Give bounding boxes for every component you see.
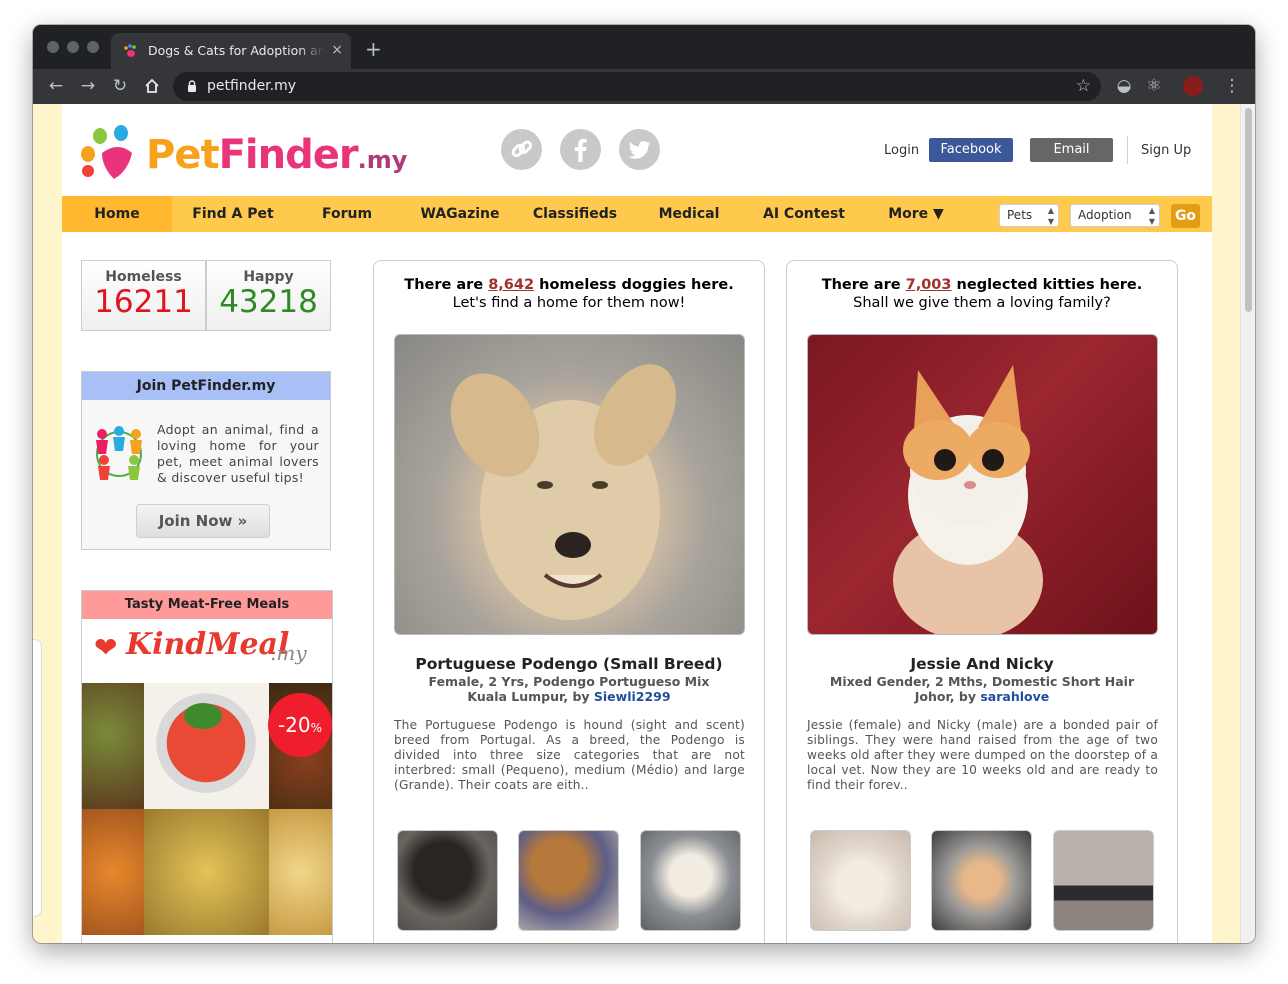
dog-featured-card: There are 8,642 homeless doggies here. L… [373, 260, 765, 943]
main-nav: Home Find A Pet Forum WAGazine Classifie… [62, 196, 1212, 232]
react-devtools-icon[interactable]: ⚛ [1145, 77, 1163, 95]
browser-window: Dogs & Cats for Adoption and Sale × + ← … [33, 25, 1255, 943]
bookmark-star-icon[interactable]: ☆ [1076, 76, 1091, 96]
nav-wagazine[interactable]: WAGazine [408, 196, 512, 232]
happy-stat[interactable]: Happy 43218 [206, 260, 331, 331]
paw-favicon-icon [124, 44, 136, 57]
join-panel: Join PetFinder.my Adopt an animal, find … [81, 371, 331, 550]
login-link[interactable]: Login [884, 143, 919, 158]
nav-home[interactable]: Home [62, 196, 172, 232]
cat-photo[interactable] [807, 334, 1158, 635]
pet-type-select[interactable]: Pets ▲ ▼ [999, 204, 1059, 227]
close-window-button[interactable] [47, 41, 59, 53]
dog-photo[interactable] [394, 334, 745, 635]
page-content: PetFinder.my Login Facebook Email Sign U… [62, 104, 1212, 943]
discount-badge: -20% [268, 693, 332, 757]
dog-meta: Female, 2 Yrs, Podengo Portugueso Mix [428, 674, 710, 689]
dog-thumbnail-1[interactable] [397, 830, 498, 931]
nav-medical[interactable]: Medical [648, 196, 730, 232]
dog-location: Kuala Lumpur, by Siewli2299 [467, 689, 671, 704]
minimize-window-button[interactable] [67, 41, 79, 53]
close-tab-icon[interactable]: × [331, 42, 343, 58]
dog-description: The Portuguese Podengo is hound (sight a… [394, 718, 745, 792]
maximize-window-button[interactable] [87, 41, 99, 53]
petfinder-paw-logo-icon[interactable] [80, 123, 140, 183]
join-description: Adopt an animal, find a loving home for … [157, 422, 319, 485]
profile-avatar[interactable] [1183, 76, 1203, 96]
happy-count: 43218 [219, 284, 318, 320]
dog-headline: There are 8,642 homeless doggies here. L… [404, 277, 734, 311]
nav-ai-contest[interactable]: AI Contest [751, 196, 857, 232]
lock-icon [188, 80, 196, 92]
browser-toolbar: ← → ↻ petfinder.my ☆ ◒ ⚛ ⋮ [33, 69, 1255, 104]
nav-classifieds[interactable]: Classifieds [524, 196, 626, 232]
address-bar[interactable]: petfinder.my ☆ [173, 72, 1101, 101]
select-arrows-icon: ▲ ▼ [1148, 206, 1155, 226]
homeless-stat[interactable]: Homeless 16211 [81, 260, 206, 331]
join-title: Join PetFinder.my [82, 372, 330, 400]
scrollbar-thumb[interactable] [1245, 108, 1252, 312]
facebook-login-button[interactable]: Facebook [929, 138, 1013, 162]
nav-more[interactable]: More ▼ [882, 196, 950, 232]
petfinder-logo-text[interactable]: PetFinder.my [146, 132, 407, 178]
menu-dots-icon[interactable]: ⋮ [1223, 77, 1241, 95]
dog-count-link[interactable]: 8,642 [488, 277, 534, 293]
page-viewport: PetFinder.my Login Facebook Email Sign U… [33, 104, 1255, 943]
listing-type-select[interactable]: Adoption ▲ ▼ [1070, 204, 1160, 227]
cat-count-link[interactable]: 7,003 [906, 277, 952, 293]
tab-bar: Dogs & Cats for Adoption and Sale × + [33, 25, 1255, 69]
kindmeal-ad[interactable]: Tasty Meat-Free Meals ❤ KindMeal .my -20… [81, 590, 333, 943]
join-now-button[interactable]: Join Now » [136, 504, 270, 538]
nav-find-a-pet[interactable]: Find A Pet [179, 196, 287, 232]
home-icon[interactable] [143, 77, 161, 95]
cat-thumbnail-2[interactable] [931, 830, 1032, 931]
go-button[interactable]: Go [1171, 204, 1200, 228]
heart-apple-icon: ❤ [94, 631, 118, 664]
community-people-icon [96, 426, 142, 480]
forward-icon[interactable]: → [79, 77, 97, 95]
homeless-count: 16211 [94, 284, 193, 320]
select-arrows-icon: ▲ ▼ [1047, 206, 1054, 226]
cat-thumbnail-3[interactable] [1053, 830, 1154, 931]
cat-headline: There are 7,003 neglected kitties here. … [821, 277, 1143, 311]
dog-poster-link[interactable]: Siewli2299 [594, 689, 671, 704]
auth-divider [1127, 136, 1128, 164]
cat-description: Jessie (female) and Nicky (male) are a b… [807, 718, 1158, 792]
email-login-button[interactable]: Email [1030, 138, 1113, 162]
cat-subheadline: Shall we give them a loving family? [853, 295, 1111, 311]
new-tab-button[interactable]: + [365, 37, 382, 61]
nav-forum[interactable]: Forum [305, 196, 389, 232]
twitter-icon[interactable] [619, 129, 660, 170]
side-drawer-tab[interactable] [33, 639, 42, 917]
happy-label: Happy [243, 269, 294, 285]
cat-name-link[interactable]: Jessie And Nicky [787, 655, 1177, 673]
link-icon[interactable] [501, 129, 542, 170]
url-text: petfinder.my [207, 78, 297, 94]
dog-name-link[interactable]: Portuguese Podengo (Small Breed) [374, 655, 764, 673]
homeless-label: Homeless [105, 269, 182, 285]
cat-location: Johor, by sarahlove [914, 689, 1050, 704]
dog-thumbnail-2[interactable] [518, 830, 619, 931]
back-icon[interactable]: ← [47, 77, 65, 95]
browser-tab[interactable]: Dogs & Cats for Adoption and Sale × [111, 33, 351, 69]
dog-thumbnail-3[interactable] [640, 830, 741, 931]
scrollbar[interactable] [1240, 104, 1255, 943]
ad-food-collage: -20% [82, 683, 332, 935]
extension-icon[interactable]: ◒ [1115, 77, 1133, 95]
cat-thumbnail-1[interactable] [810, 830, 911, 931]
dog-subheadline: Let's find a home for them now! [452, 295, 686, 311]
cat-meta: Mixed Gender, 2 Mths, Domestic Short Hai… [829, 674, 1135, 689]
cat-poster-link[interactable]: sarahlove [980, 689, 1049, 704]
signup-link[interactable]: Sign Up [1141, 143, 1191, 158]
ad-title: Tasty Meat-Free Meals [82, 591, 332, 619]
kindmeal-logo: ❤ KindMeal .my [94, 627, 307, 665]
cat-featured-card: There are 7,003 neglected kitties here. … [786, 260, 1178, 943]
tab-title: Dogs & Cats for Adoption and Sale [148, 43, 324, 58]
reload-icon[interactable]: ↻ [111, 77, 129, 95]
facebook-icon[interactable] [560, 129, 601, 170]
